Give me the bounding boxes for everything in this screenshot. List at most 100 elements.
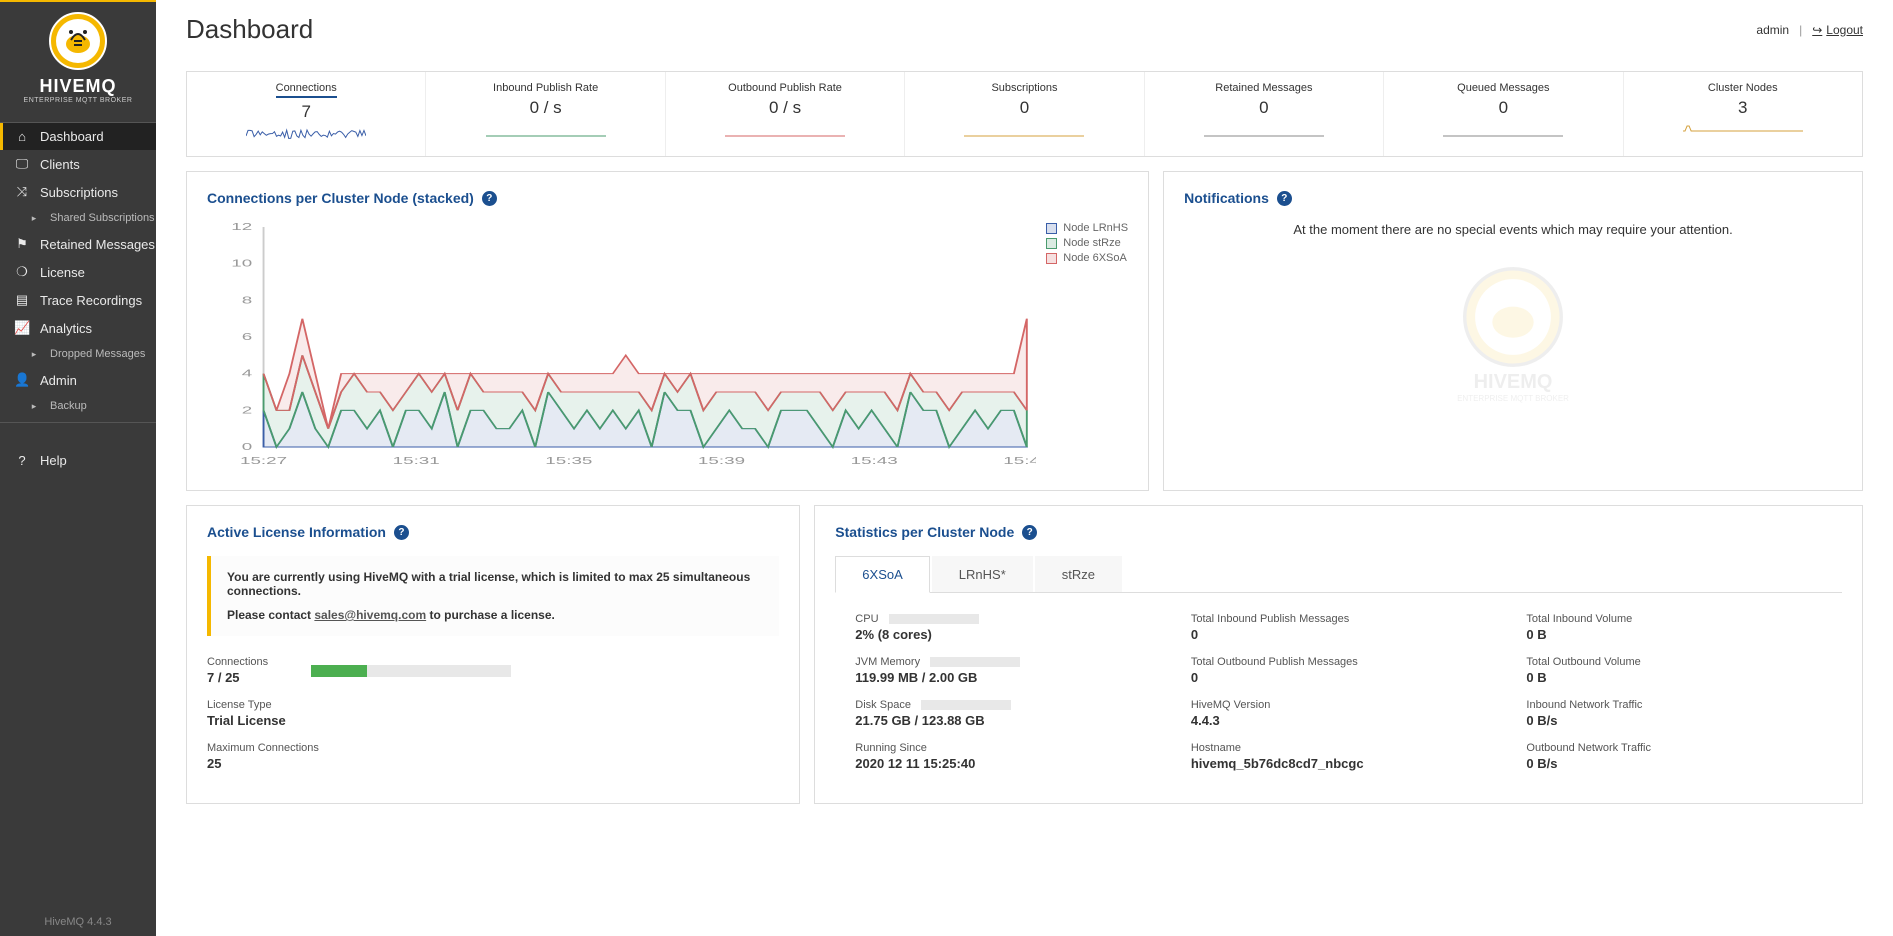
stat-retained[interactable]: Retained Messages 0 [1145,72,1384,156]
nav-label: Retained Messages [40,237,155,252]
sidebar-item-trace-recordings[interactable]: ▤ Trace Recordings [0,286,156,314]
page-title: Dashboard [186,14,313,45]
sidebar-nav: ⌂Dashboard 🖵Clients ⤨ Subscriptions ▸Shar… [0,123,156,418]
logout-link[interactable]: ↪Logout [1812,23,1863,37]
recording-icon: ▤ [14,292,30,308]
svg-text:10: 10 [231,258,252,269]
panel-license-info: Active License Information? You are curr… [186,505,800,804]
sparkline-icon [1443,124,1563,148]
user-bar: admin | ↪Logout [1756,23,1863,37]
help-icon[interactable]: ? [482,191,497,206]
sparkline-icon [486,124,606,148]
nav-label: Dropped Messages [50,348,145,360]
sidebar-item-license[interactable]: ❍ License [0,258,156,286]
connections-progress [311,665,511,677]
svg-text:8: 8 [242,295,252,306]
svg-text:15:31: 15:31 [393,455,440,466]
panel-title: Statistics per Cluster Node [835,524,1014,540]
panel-title: Connections per Cluster Node (stacked) [207,190,474,206]
cluster-tab[interactable]: stRze [1035,556,1122,592]
help-icon[interactable]: ? [394,525,409,540]
chevron-icon: ▸ [26,349,42,360]
sales-email-link[interactable]: sales@hivemq.com [314,608,426,622]
svg-text:15:43: 15:43 [851,455,898,466]
sidebar-item-admin[interactable]: 👤Admin [0,366,156,394]
nav-label: Backup [50,400,87,412]
stat-inbound-msgs: Total Inbound Publish Messages 0 [1191,613,1487,642]
nav-label: Subscriptions [40,185,118,200]
legend-item[interactable]: Node 6XSoA [1046,252,1128,264]
stat-inbound-publish[interactable]: Inbound Publish Rate 0 / s [426,72,665,156]
license-alert: You are currently using HiveMQ with a tr… [207,556,779,636]
stat-inbound-vol: Total Inbound Volume 0 B [1526,613,1822,642]
sidebar-item-analytics[interactable]: 📈Analytics [0,314,156,342]
sidebar-item-clients[interactable]: 🖵Clients [0,150,156,178]
sidebar: HIVEMQ ENTERPRISE MQTT BROKER ⌂Dashboard… [0,0,156,936]
panel-title: Active License Information [207,524,386,540]
stat-outbound-msgs: Total Outbound Publish Messages 0 [1191,656,1487,685]
svg-text:12: 12 [231,222,252,233]
version-text: HiveMQ 4.4.3 [0,916,156,928]
username: admin [1756,23,1789,37]
svg-text:4: 4 [242,368,252,379]
brand-name: HIVEMQ [10,76,146,97]
nav-label: Help [40,453,67,468]
stat-cluster-nodes[interactable]: Cluster Nodes 3 [1624,72,1862,156]
panel-connections-chart: Connections per Cluster Node (stacked)? … [186,171,1149,491]
award-icon: ❍ [14,264,30,280]
home-icon: ⌂ [14,129,30,144]
panel-title: Notifications [1184,190,1269,206]
sidebar-item-shared-subscriptions[interactable]: ▸Shared Subscriptions [0,206,156,230]
brand-logo: HIVEMQ ENTERPRISE MQTT BROKER [0,2,156,123]
svg-text:6: 6 [242,331,252,342]
main-content: Dashboard admin | ↪Logout Connections 7 … [156,0,1893,936]
nav-label: Trace Recordings [40,293,142,308]
help-icon[interactable]: ? [1277,191,1292,206]
stat-inbound-net: Inbound Network Traffic 0 B/s [1526,699,1822,728]
nav-label: License [40,265,85,280]
stat-outbound-publish[interactable]: Outbound Publish Rate 0 / s [666,72,905,156]
nav-label: Analytics [40,321,92,336]
chart-legend: Node LRnHS Node stRze Node 6XSoA [1046,222,1128,472]
svg-text:15:27: 15:27 [240,455,287,466]
legend-item[interactable]: Node LRnHS [1046,222,1128,234]
license-connections-row: Connections 7 / 25 [207,656,779,685]
sparkline-icon [725,124,845,148]
license-type-row: License Type Trial License [207,699,779,728]
cluster-tab[interactable]: 6XSoA [835,556,929,593]
stat-queued[interactable]: Queued Messages 0 [1384,72,1623,156]
stats-bar: Connections 7 Inbound Publish Rate 0 / s… [186,71,1863,157]
stat-subscriptions[interactable]: Subscriptions 0 [905,72,1144,156]
stat-outbound-vol: Total Outbound Volume 0 B [1526,656,1822,685]
stat-jvm: JVM Memory 119.99 MB / 2.00 GB [855,656,1151,685]
svg-text:15:35: 15:35 [545,455,592,466]
panel-notifications: Notifications? At the moment there are n… [1163,171,1863,491]
svg-text:15:47: 15:47 [1003,455,1036,466]
flag-icon: ⚑ [14,236,30,252]
sidebar-item-dropped-messages[interactable]: ▸ Dropped Messages [0,342,156,366]
sidebar-item-backup[interactable]: ▸Backup [0,394,156,418]
sparkline-icon [1204,124,1324,148]
sidebar-item-help[interactable]: ?Help [0,447,156,474]
svg-text:15:39: 15:39 [698,455,745,466]
brand-subtitle: ENTERPRISE MQTT BROKER [10,97,146,104]
cluster-tab[interactable]: LRnHS* [932,556,1033,592]
chart-plot-area: 02468101215:2715:3115:3515:3915:4315:47 [207,222,1036,472]
sidebar-item-subscriptions[interactable]: ⤨ Subscriptions [0,178,156,206]
panel-cluster-stats: Statistics per Cluster Node? 6XSoALRnHS*… [814,505,1863,804]
notification-message: At the moment there are no special event… [1184,222,1842,237]
stat-hivemq-version: HiveMQ Version 4.4.3 [1191,699,1487,728]
shuffle-icon: ⤨ [14,184,30,200]
chevron-icon: ▸ [26,213,42,224]
sparkline-icon [964,124,1084,148]
stat-outbound-net: Outbound Network Traffic 0 B/s [1526,742,1822,771]
sidebar-item-retained-messages[interactable]: ⚑ Retained Messages [0,230,156,258]
stat-connections[interactable]: Connections 7 [187,72,426,156]
cluster-tabs: 6XSoALRnHS*stRze [835,556,1842,593]
svg-text:2: 2 [242,405,252,416]
legend-item[interactable]: Node stRze [1046,237,1128,249]
sidebar-item-dashboard[interactable]: ⌂Dashboard [0,123,156,150]
help-icon[interactable]: ? [1022,525,1037,540]
stat-cpu: CPU 2% (8 cores) [855,613,1151,642]
nav-label: Clients [40,157,80,172]
